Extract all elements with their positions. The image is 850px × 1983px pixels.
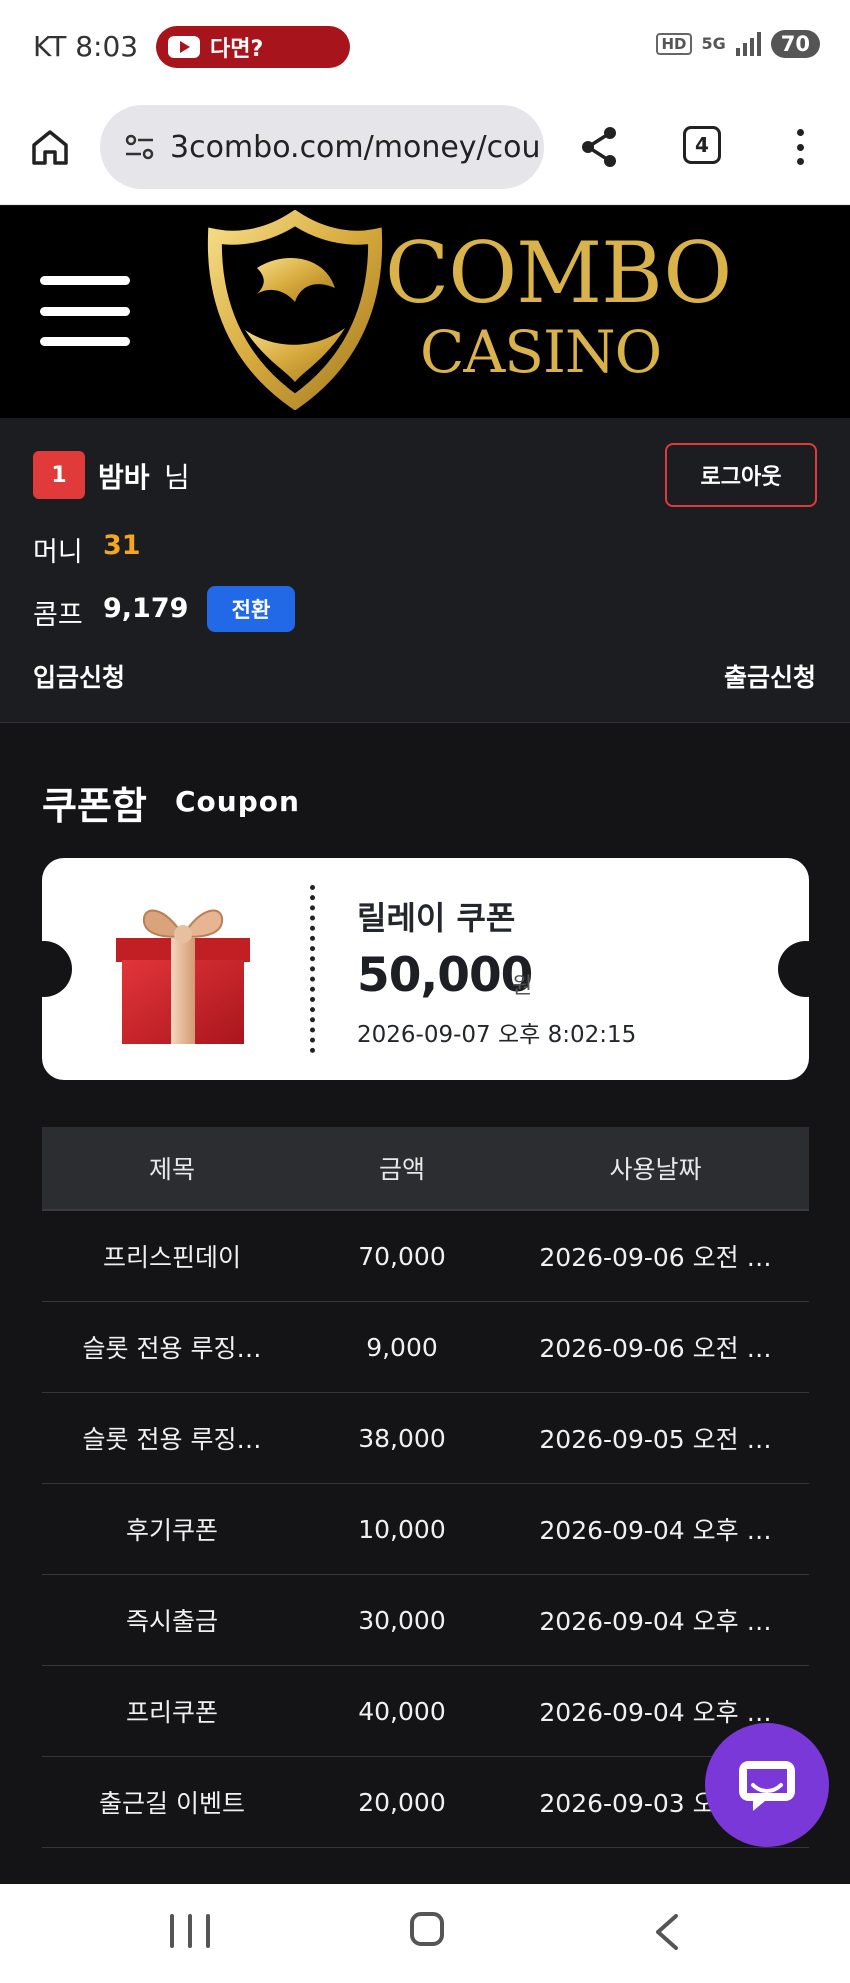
cell-title: 출근길 이벤트 — [99, 1789, 245, 1818]
column-header-date: 사용날짜 — [609, 1155, 702, 1184]
notification-text: 다면? — [210, 37, 264, 62]
network-5g-icon: 5G — [701, 34, 726, 53]
gift-icon — [116, 909, 250, 1044]
money-label: 머니 — [33, 537, 83, 568]
tabs-icon[interactable]: 4 — [683, 126, 721, 164]
cell-amount: 9,000 — [366, 1332, 438, 1362]
coupon-notch-left — [16, 941, 72, 997]
table-row[interactable]: 슬롯 전용 루징… 38,000 2026-09-05 오전 … — [42, 1393, 809, 1484]
combo-casino-logo[interactable]: COMBO CASINO — [205, 206, 732, 418]
cell-title: 즉시출금 — [125, 1607, 218, 1636]
coupon-name: 릴레이 쿠폰 — [357, 899, 516, 937]
table-row[interactable]: 프리쿠폰 40,000 2026-09-04 오후 … — [42, 1666, 809, 1757]
user-panel: 1 밤바 님 로그아웃 머니 31 콤프 9,179 전환 입금신청 출금신청 — [0, 418, 850, 723]
system-navigation-bar — [0, 1884, 850, 1983]
carrier-time: KT 8:03 — [33, 30, 139, 63]
site-header: COMBO CASINO — [0, 206, 850, 418]
site-settings-icon[interactable] — [122, 129, 158, 165]
column-header-amount: 금액 — [378, 1155, 425, 1184]
address-bar[interactable]: 3combo.com/money/cou — [100, 105, 544, 189]
honorific: 님 — [164, 461, 190, 494]
youtube-icon — [168, 36, 200, 58]
table-row[interactable]: 슬롯 전용 루징… 9,000 2026-09-06 오전 … — [42, 1302, 809, 1393]
table-header: 제목 금액 사용날짜 — [42, 1127, 809, 1211]
coupon-date: 2026-09-07 오후 8:02:15 — [357, 1022, 637, 1048]
cell-title: 프리스핀데이 — [102, 1243, 241, 1272]
cell-date: 2026-09-05 오전 … — [539, 1425, 772, 1454]
back-icon[interactable] — [650, 1912, 684, 1952]
cell-amount: 38,000 — [358, 1423, 446, 1453]
more-icon[interactable] — [790, 123, 810, 171]
url-text: 3combo.com/money/cou — [170, 129, 541, 165]
share-icon[interactable] — [578, 125, 620, 169]
cell-amount: 40,000 — [358, 1696, 446, 1726]
battery-icon: 70 — [770, 30, 820, 58]
cell-amount: 70,000 — [358, 1241, 446, 1271]
coupon-currency-unit: 원 — [512, 974, 533, 999]
status-bar: KT 8:03 다면? HD 5G 70 — [0, 0, 850, 95]
table-row[interactable]: 즉시출금 30,000 2026-09-04 오후 … — [42, 1575, 809, 1666]
convert-button[interactable]: 전환 — [207, 586, 295, 632]
cell-title: 슬롯 전용 루징… — [82, 1425, 262, 1454]
cell-amount: 10,000 — [358, 1514, 446, 1544]
shield-logo-icon — [207, 210, 383, 410]
coupon-history-table: 제목 금액 사용날짜 프리스핀데이 70,000 2026-09-06 오전 …… — [42, 1127, 809, 1848]
comp-label: 콤프 — [33, 600, 83, 631]
cell-title: 후기쿠폰 — [125, 1516, 218, 1545]
table-row[interactable]: 출근길 이벤트 20,000 2026-09-03 오전 … — [42, 1757, 809, 1848]
cell-title: 슬롯 전용 루징… — [82, 1334, 262, 1363]
logout-button[interactable]: 로그아웃 — [665, 443, 817, 507]
home-nav-icon[interactable] — [410, 1912, 444, 1946]
cell-date: 2026-09-04 오후 … — [539, 1516, 772, 1545]
youtube-notification-pill[interactable]: 다면? — [156, 26, 350, 68]
table-row[interactable]: 프리스핀데이 70,000 2026-09-06 오전 … — [42, 1211, 809, 1302]
chat-button[interactable] — [705, 1723, 829, 1847]
cell-amount: 30,000 — [358, 1605, 446, 1635]
money-value: 31 — [103, 530, 141, 561]
recent-apps-icon[interactable] — [170, 1914, 210, 1948]
cell-date: 2026-09-04 오후 … — [539, 1607, 772, 1636]
logo-text-combo: COMBO — [385, 224, 732, 322]
page-subtitle: Coupon — [175, 785, 300, 818]
cell-date: 2026-09-06 오전 … — [539, 1243, 772, 1272]
cell-date: 2026-09-06 오전 … — [539, 1334, 772, 1363]
coupon-notch-right — [778, 941, 834, 997]
hd-icon: HD — [656, 33, 692, 55]
hamburger-icon[interactable] — [40, 276, 130, 346]
signal-icon — [735, 32, 761, 56]
cell-amount: 20,000 — [358, 1787, 446, 1817]
status-icons: HD 5G 70 — [656, 30, 820, 58]
browser-toolbar: 3combo.com/money/cou 4 — [0, 95, 850, 205]
logo-text-casino: CASINO — [420, 318, 662, 386]
page-title: 쿠폰함 — [42, 784, 147, 828]
cell-title: 프리쿠폰 — [125, 1698, 218, 1727]
column-header-title: 제목 — [148, 1155, 195, 1184]
deposit-link[interactable]: 입금신청 — [33, 658, 125, 694]
table-row[interactable]: 후기쿠폰 10,000 2026-09-04 오후 … — [42, 1484, 809, 1575]
comp-value: 9,179 — [103, 593, 189, 624]
level-badge: 1 — [33, 451, 85, 499]
username: 밤바 — [98, 461, 150, 494]
chat-icon — [739, 1761, 795, 1811]
home-icon[interactable] — [30, 127, 70, 167]
coupon-amount: 50,000 — [357, 948, 533, 1003]
withdraw-link[interactable]: 출금신청 — [724, 658, 816, 694]
coupon-divider — [310, 885, 315, 1053]
